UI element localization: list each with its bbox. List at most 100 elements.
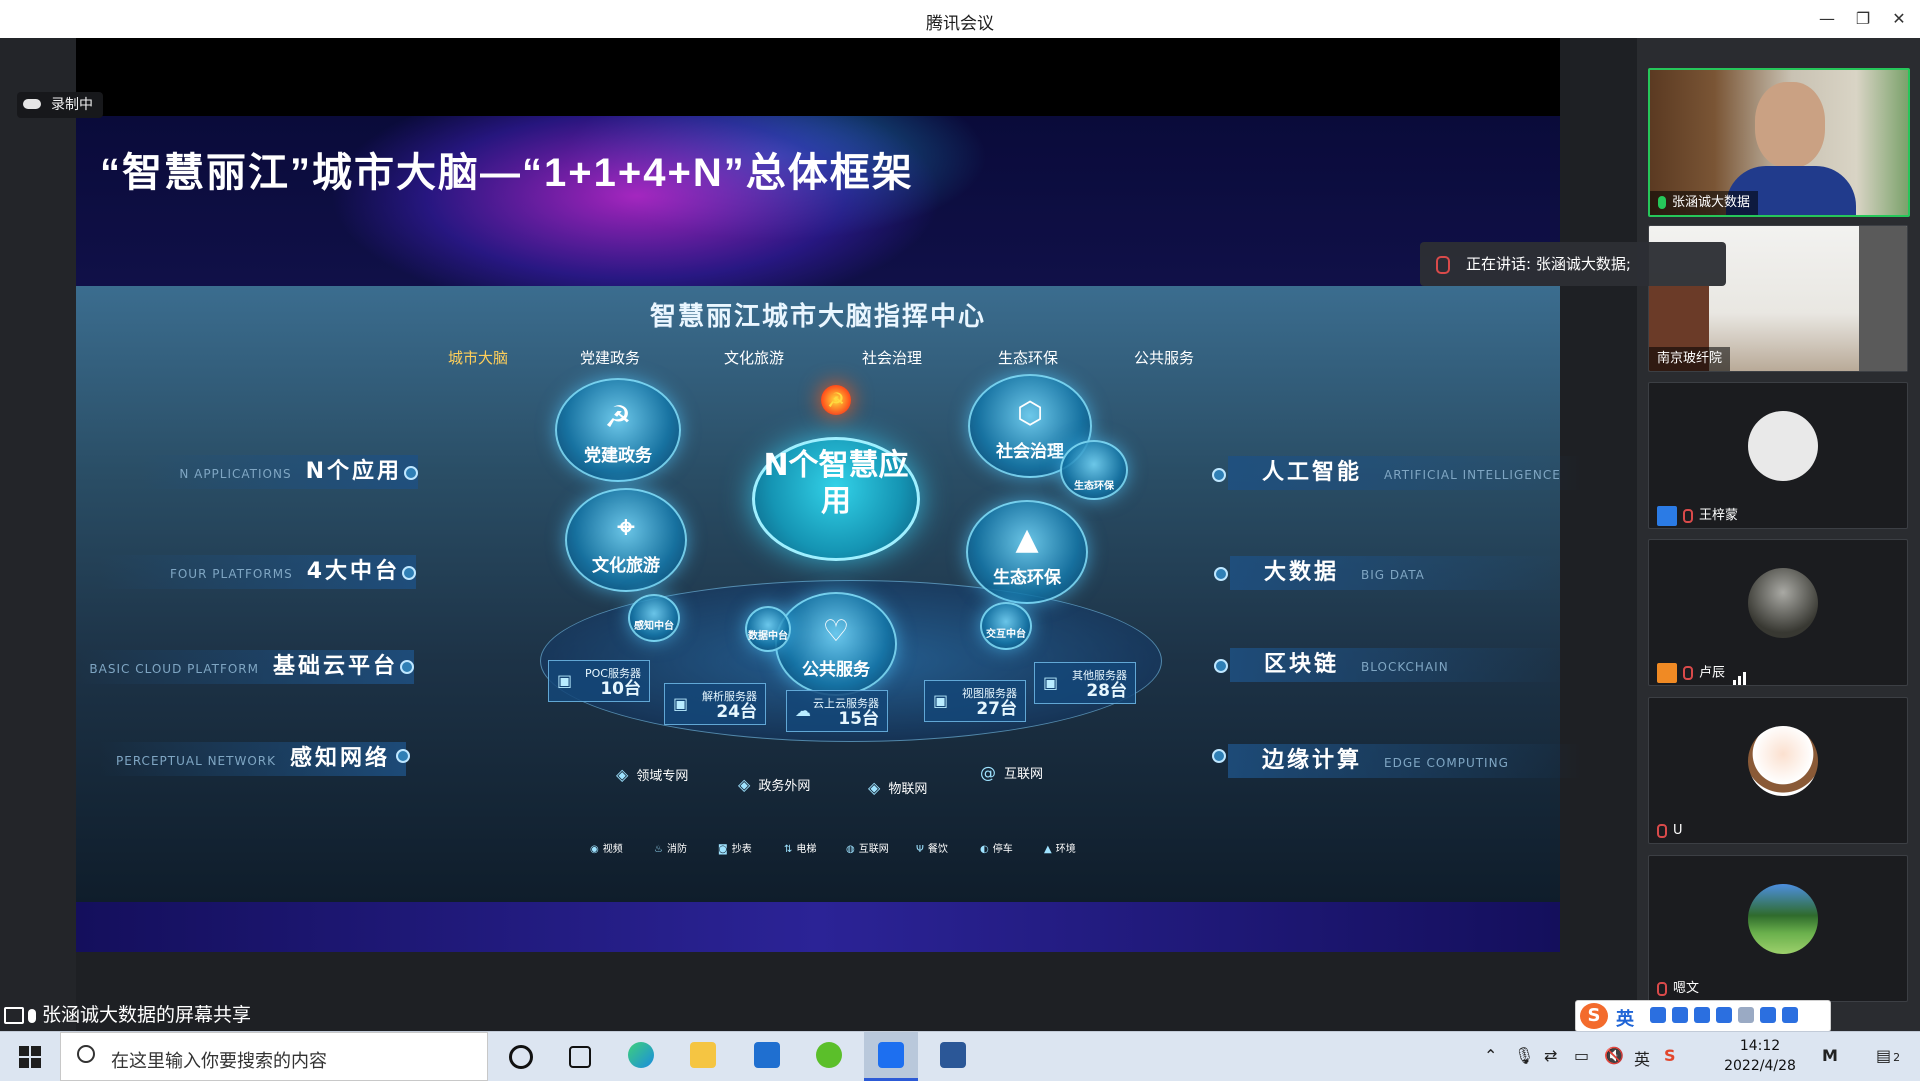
recording-indicator[interactable]: 录制中 bbox=[17, 92, 103, 118]
cortana-button[interactable] bbox=[494, 1032, 548, 1081]
screen-share-caption: 张涵诚大数据的屏幕共享 bbox=[0, 1000, 1637, 1031]
participant-tile[interactable]: 嗯文 bbox=[1648, 855, 1908, 1002]
clock-time: 14:12 bbox=[1739, 1038, 1781, 1054]
sphere-ganzhi: 感知中台 bbox=[628, 594, 680, 642]
circle-icon bbox=[509, 1045, 533, 1069]
command-center-title: 智慧丽江城市大脑指挥中心 bbox=[649, 302, 986, 332]
participant-tile-active[interactable]: 张涵诚大数据 bbox=[1648, 68, 1910, 217]
chevron-up-icon[interactable]: ⌃ bbox=[1484, 1046, 1497, 1065]
sogou-logo-icon: S bbox=[1580, 1003, 1608, 1029]
browser-button[interactable] bbox=[802, 1032, 856, 1081]
server-block: ▣ 视图服务器 27台 bbox=[924, 680, 1026, 722]
file-explorer-button[interactable] bbox=[676, 1032, 730, 1081]
tencent-meeting-icon bbox=[878, 1042, 904, 1068]
server-block: ☁ 云上云服务器 15台 bbox=[786, 690, 888, 732]
search-placeholder: 在这里输入你要搜索的内容 bbox=[111, 1051, 327, 1072]
cloud-server-icon: ☁ bbox=[795, 701, 811, 720]
window-title: 腾讯会议 bbox=[926, 14, 994, 34]
edge-icon bbox=[628, 1042, 654, 1068]
keyboard-icon[interactable] bbox=[1716, 1007, 1732, 1023]
mail-button[interactable] bbox=[740, 1032, 794, 1081]
participant-face bbox=[1755, 82, 1825, 168]
network-icon[interactable]: ⇄ bbox=[1544, 1046, 1557, 1065]
connector-dot bbox=[1214, 567, 1228, 581]
screen-share-icon bbox=[4, 1007, 24, 1024]
microphone-icon[interactable]: 🎙 bbox=[1514, 1046, 1534, 1065]
location-pin-icon: ⌖ bbox=[617, 510, 635, 545]
sphere-shuju: 数据中台 bbox=[745, 606, 791, 652]
framework-right-item: 人工智能 ARTIFICIAL INTELLIGENCE bbox=[1228, 456, 1582, 490]
server-icon: ▣ bbox=[933, 691, 949, 710]
server-block: ▣ 解析服务器 24台 bbox=[664, 683, 766, 725]
participant-name: U bbox=[1649, 819, 1691, 843]
trees-icon: ▲ bbox=[1015, 522, 1039, 557]
minimize-button[interactable]: — bbox=[1812, 6, 1842, 32]
mic-muted-icon bbox=[1683, 508, 1693, 523]
sogou-tray-icon[interactable]: S bbox=[1664, 1046, 1676, 1065]
task-view-button[interactable] bbox=[552, 1032, 606, 1081]
connector-dot bbox=[1214, 659, 1228, 673]
sphere-dangjian: ☭ 党建政务 bbox=[555, 378, 681, 482]
word-button[interactable] bbox=[926, 1032, 980, 1081]
stage-margin bbox=[0, 38, 76, 1031]
notification-count: 2 bbox=[1893, 1051, 1901, 1064]
ime-indicator-icon[interactable]: 英 bbox=[1634, 1046, 1650, 1070]
camera-icon: ◉ bbox=[590, 844, 599, 855]
mail-icon bbox=[754, 1042, 780, 1068]
mic-on-icon bbox=[1658, 196, 1666, 209]
cloud-icon bbox=[23, 99, 41, 109]
clock-date: 2022/4/28 bbox=[1724, 1058, 1796, 1074]
network-icon: ◈ bbox=[868, 778, 881, 797]
participant-tile[interactable]: 卢辰 bbox=[1648, 539, 1908, 686]
participant-tile[interactable]: 王梓蒙 bbox=[1648, 382, 1908, 529]
mic-muted-icon bbox=[1657, 981, 1667, 996]
close-button[interactable]: ✕ bbox=[1884, 6, 1914, 32]
person-icon bbox=[1657, 663, 1677, 683]
mic-icon bbox=[28, 1008, 36, 1023]
avatar bbox=[1748, 568, 1818, 638]
category-label: 公共服务 bbox=[1134, 349, 1195, 367]
connector-dot bbox=[402, 566, 416, 580]
emoji-icon[interactable] bbox=[1672, 1007, 1688, 1023]
start-button[interactable] bbox=[19, 1046, 41, 1068]
notification-icon[interactable]: ▤ 2 bbox=[1876, 1046, 1900, 1065]
restore-button[interactable]: ❐ bbox=[1848, 6, 1878, 32]
core-sphere: N个智慧应用 bbox=[752, 437, 920, 561]
framework-right-item: 边缘计算 EDGE COMPUTING bbox=[1228, 744, 1582, 778]
edge-button[interactable] bbox=[614, 1032, 668, 1081]
voice-icon[interactable] bbox=[1694, 1007, 1710, 1023]
server-icon: ▣ bbox=[673, 694, 689, 713]
participant-name: 南京玻纤院 bbox=[1649, 347, 1731, 371]
sphere-wenhua: ⌖ 文化旅游 bbox=[565, 488, 687, 592]
connector-dot bbox=[404, 466, 418, 480]
connector-dot bbox=[396, 749, 410, 763]
framework-left-item: N APPLICATIONS N个应用 bbox=[140, 455, 418, 489]
battery-icon[interactable]: ▭ bbox=[1574, 1046, 1589, 1065]
connector-dot bbox=[400, 660, 414, 674]
volume-muted-icon[interactable]: 🔇 bbox=[1604, 1046, 1624, 1065]
globe-icon: ◍ bbox=[846, 844, 855, 855]
framework-left-item: PERCEPTUAL NETWORK 感知网络 bbox=[100, 742, 406, 776]
cube-icon: ⬡ bbox=[1016, 396, 1044, 431]
app-label: ◐ 停车 bbox=[980, 844, 1013, 855]
app-label: ⇅ 电梯 bbox=[784, 844, 817, 855]
party-emblem-icon: ☭ bbox=[821, 385, 851, 415]
heart-icon: ♡ bbox=[822, 614, 850, 649]
ime-mode[interactable]: 英 bbox=[1616, 1005, 1634, 1031]
skin-icon[interactable] bbox=[1760, 1007, 1776, 1023]
toolbox-icon[interactable] bbox=[1782, 1007, 1798, 1023]
slide-footer bbox=[76, 902, 1560, 952]
framework-left-item: BASIC CLOUD PLATFORM 基础云平台 bbox=[80, 650, 414, 684]
taskbar-search[interactable]: 在这里输入你要搜索的内容 bbox=[60, 1032, 488, 1081]
punctuation-icon[interactable] bbox=[1650, 1007, 1666, 1023]
category-label: 党建政务 bbox=[580, 349, 641, 367]
participant-tile[interactable]: U bbox=[1648, 697, 1908, 844]
language-icon[interactable]: M bbox=[1822, 1046, 1838, 1065]
parking-icon: ◐ bbox=[980, 844, 989, 855]
sphere-shengtai-small: 生态环保 bbox=[1060, 440, 1128, 500]
clock[interactable]: 14:12 2022/4/28 bbox=[1700, 1036, 1820, 1076]
tencent-meeting-button[interactable] bbox=[864, 1032, 918, 1081]
framework-left-item: FOUR PLATFORMS 4大中台 bbox=[100, 555, 416, 589]
ime-toolbar[interactable]: S 英 bbox=[1575, 1000, 1831, 1032]
user-icon[interactable] bbox=[1738, 1007, 1754, 1023]
